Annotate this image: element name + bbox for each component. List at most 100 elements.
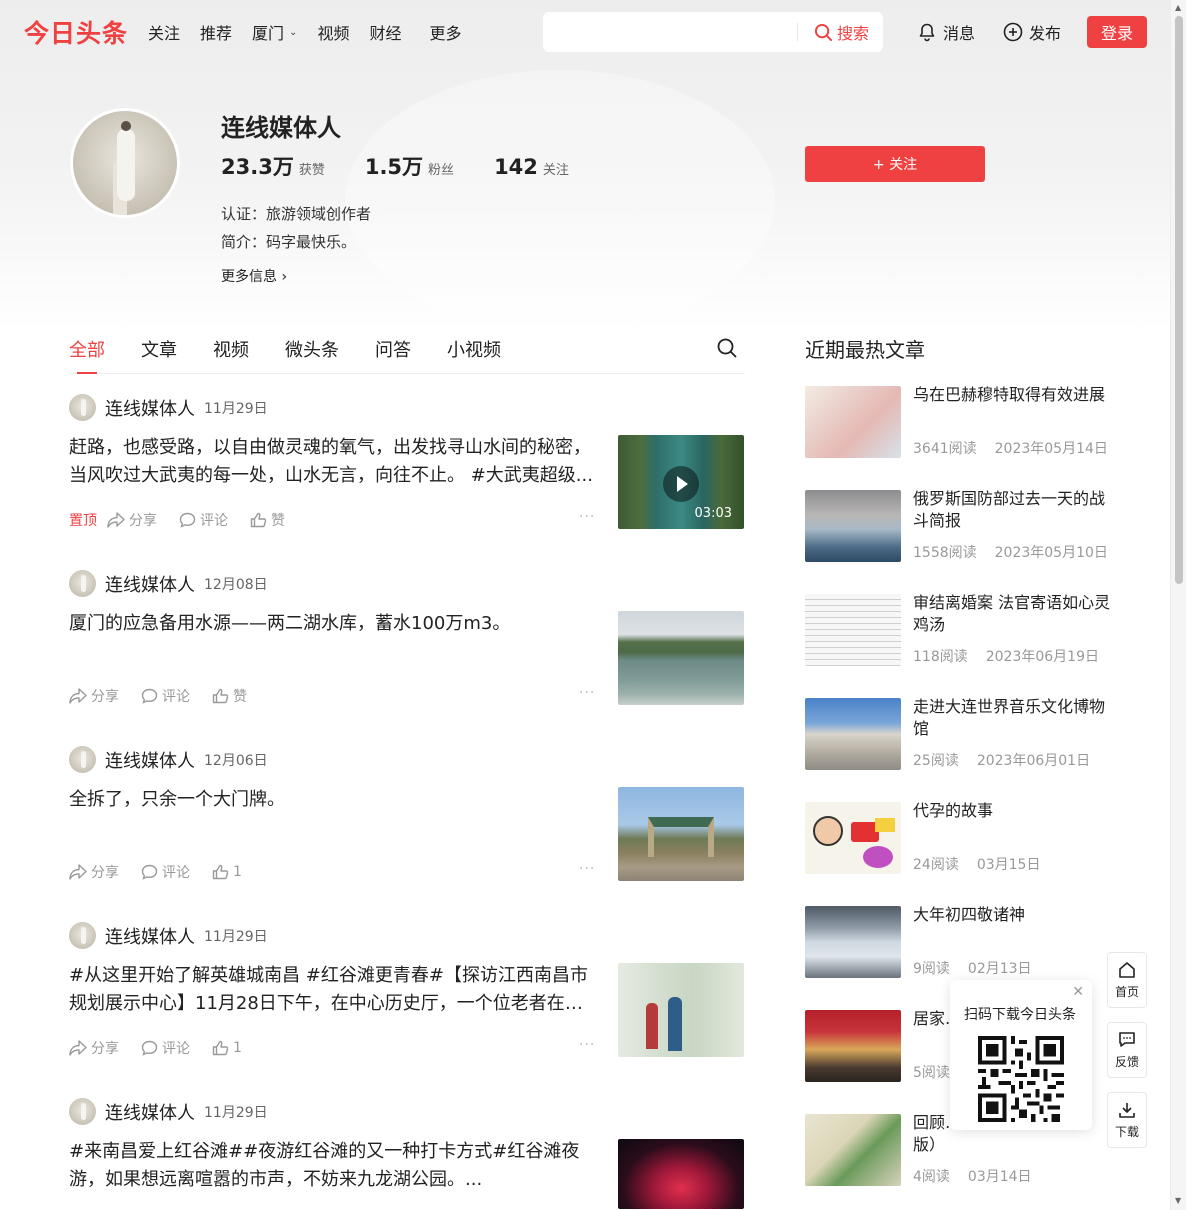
share-button[interactable]: 分享 [69, 1038, 119, 1058]
tab-micro-posts[interactable]: 微头条 [285, 336, 339, 373]
scroll-down-arrow-icon[interactable]: ▼ [1175, 1196, 1181, 1205]
like-button[interactable]: 1 [212, 864, 242, 880]
comment-button[interactable]: 评论 [141, 1038, 190, 1058]
feed-item[interactable]: 连线媒体人 11月29日 #来南昌爱上红谷滩##夜游红谷滩的又一种打卡方式#红谷滩… [69, 1094, 745, 1210]
back-home-button[interactable]: 首页 [1107, 952, 1147, 1008]
likes-stat: 23.3万 获赞 [221, 151, 325, 181]
hot-article-thumbnail[interactable] [805, 1114, 901, 1186]
hot-article-title[interactable]: 代孕的故事 [913, 800, 1113, 822]
following-stat[interactable]: 142 关注 [494, 155, 569, 179]
post-author[interactable]: 连线媒体人 11月29日 [69, 1098, 268, 1125]
nav-recommend[interactable]: 推荐 [200, 20, 232, 44]
hot-article-item[interactable]: 审结离婚案 法官寄语如心灵鸡汤 118阅读 2023年06月19日 [805, 592, 1115, 668]
nav-finance[interactable]: 财经 [369, 20, 401, 44]
share-button[interactable]: 分享 [69, 686, 119, 706]
comment-button[interactable]: 评论 [179, 510, 228, 530]
hot-article-title[interactable]: 乌在巴赫穆特取得有效进展 [913, 384, 1113, 406]
post-author[interactable]: 连线媒体人 11月29日 [69, 922, 268, 949]
tab-videos[interactable]: 视频 [213, 336, 249, 373]
fans-stat[interactable]: 1.5万 粉丝 [365, 151, 454, 181]
hot-article-item[interactable]: 大年初四敬诸神 9阅读 02月13日 [805, 904, 1115, 980]
hot-article-thumbnail[interactable] [805, 802, 901, 874]
hot-article-title[interactable]: 大年初四敬诸神 [913, 904, 1113, 926]
post-image-thumbnail[interactable] [618, 963, 744, 1057]
publish-button[interactable]: 发布 [1003, 20, 1061, 44]
hot-article-thumbnail[interactable] [805, 490, 901, 562]
read-count: 24阅读 [913, 857, 959, 873]
publish-date: 2023年05月10日 [994, 545, 1108, 561]
post-title[interactable]: 全拆了，只余一个大门牌。 [69, 786, 597, 814]
more-options-icon[interactable]: ··· [579, 685, 595, 701]
like-button[interactable]: 1 [212, 1040, 242, 1056]
hot-article-item[interactable]: 俄罗斯国防部过去一天的战斗简报 1558阅读 2023年05月10日 [805, 488, 1115, 564]
hot-article-item[interactable]: 走进大连世界音乐文化博物馆 25阅读 2023年06月01日 [805, 696, 1115, 772]
feed-item[interactable]: 连线媒体人 12月08日 厦门的应急备用水源——两二湖水库，蓄水100万m3。 分… [69, 566, 745, 742]
more-info-link[interactable]: 更多信息 › [221, 266, 287, 286]
share-button[interactable]: 分享 [107, 510, 157, 530]
hot-article-title[interactable]: 审结离婚案 法官寄语如心灵鸡汤 [913, 592, 1113, 636]
nav-following[interactable]: 关注 [148, 20, 180, 44]
toutiao-logo[interactable]: 今日头条 [24, 14, 128, 50]
read-count: 4阅读 [913, 1169, 950, 1185]
author-name: 连线媒体人 [105, 1102, 195, 1124]
nav-video[interactable]: 视频 [317, 20, 349, 44]
feed-item[interactable]: 连线媒体人 11月29日 #从这里开始了解英雄城南昌 #红谷滩更青春#【探访江西南… [69, 918, 745, 1094]
hot-article-title[interactable]: 走进大连世界音乐文化博物馆 [913, 696, 1113, 740]
tab-articles[interactable]: 文章 [141, 336, 177, 373]
tab-search-button[interactable] [717, 338, 737, 362]
scroll-up-arrow-icon[interactable]: ▲ [1175, 3, 1181, 12]
post-image-thumbnail[interactable] [618, 1139, 744, 1209]
hot-article-thumbnail[interactable] [805, 698, 901, 770]
post-title[interactable]: 赶路，也感受路，以自由做灵魂的氧气，出发找寻山水间的秘密，当风吹过大武夷的每一处… [69, 434, 597, 490]
like-button[interactable]: 赞 [250, 510, 285, 530]
hot-article-thumbnail[interactable] [805, 594, 901, 666]
post-author[interactable]: 连线媒体人 12月06日 [69, 746, 268, 773]
post-title[interactable]: 厦门的应急备用水源——两二湖水库，蓄水100万m3。 [69, 610, 597, 638]
tab-all[interactable]: 全部 [69, 336, 105, 374]
nav-city-xiamen[interactable]: 厦门 ⌄ [252, 20, 297, 44]
author-avatar [69, 394, 96, 421]
likes-label: 获赞 [298, 163, 325, 178]
follow-button[interactable]: + 关注 [805, 146, 985, 182]
more-options-icon[interactable]: ··· [579, 509, 595, 525]
login-button[interactable]: 登录 [1087, 16, 1147, 48]
page-scrollbar[interactable]: ▲ ▼ [1170, 0, 1186, 1210]
hot-article-thumbnail[interactable] [805, 386, 901, 458]
tab-qa[interactable]: 问答 [375, 336, 411, 373]
like-label: 赞 [233, 689, 247, 705]
post-image-thumbnail[interactable] [618, 611, 744, 705]
search-button[interactable]: 搜索 [798, 20, 883, 44]
hot-article-item[interactable]: 乌在巴赫穆特取得有效进展 3641阅读 2023年05月14日 [805, 384, 1115, 460]
comment-button[interactable]: 评论 [141, 862, 190, 882]
feedback-button[interactable]: 反馈 [1107, 1022, 1147, 1078]
more-options-icon[interactable]: ··· [579, 861, 595, 877]
post-title[interactable]: #从这里开始了解英雄城南昌 #红谷滩更青春#【探访江西南昌市规划展示中心】11月… [69, 962, 597, 1018]
hot-article-thumbnail[interactable] [805, 1010, 901, 1082]
intro-text: 简介：码字最快乐。 [221, 233, 357, 251]
scrollbar-thumb[interactable] [1175, 16, 1183, 584]
hot-article-meta: 9阅读 02月13日 [913, 958, 1032, 978]
search-input[interactable] [543, 12, 797, 52]
hot-article-thumbnail[interactable] [805, 906, 901, 978]
tab-short-videos[interactable]: 小视频 [447, 336, 501, 373]
post-author[interactable]: 连线媒体人 11月29日 [69, 394, 268, 421]
post-title[interactable]: #来南昌爱上红谷滩##夜游红谷滩的又一种打卡方式#红谷滩夜游，如果想远离喧嚣的市… [69, 1138, 597, 1194]
comment-button[interactable]: 评论 [141, 686, 190, 706]
nav-city-label: 厦门 [252, 24, 285, 43]
feed-item[interactable]: 连线媒体人 12月06日 全拆了，只余一个大门牌。 分享 评论 1 ··· [69, 742, 745, 918]
close-icon[interactable]: ✕ [1072, 984, 1084, 1000]
nav-more[interactable]: 更多 [429, 20, 461, 44]
more-options-icon[interactable]: ··· [579, 1037, 595, 1053]
hot-article-title[interactable]: 俄罗斯国防部过去一天的战斗简报 [913, 488, 1113, 532]
post-video-thumbnail[interactable]: 03:03 [618, 435, 744, 529]
like-button[interactable]: 赞 [212, 686, 247, 706]
comment-label: 评论 [200, 513, 228, 529]
messages-button[interactable]: 消息 [917, 20, 975, 44]
post-image-thumbnail[interactable] [618, 787, 744, 881]
download-button[interactable]: 下载 [1107, 1092, 1147, 1148]
author-name: 连线媒体人 [105, 574, 195, 596]
hot-article-item[interactable]: 代孕的故事 24阅读 03月15日 [805, 800, 1115, 876]
share-button[interactable]: 分享 [69, 862, 119, 882]
feed-item[interactable]: 连线媒体人 11月29日 赶路，也感受路，以自由做灵魂的氧气，出发找寻山水间的秘密… [69, 390, 745, 566]
post-author[interactable]: 连线媒体人 12月08日 [69, 570, 268, 597]
